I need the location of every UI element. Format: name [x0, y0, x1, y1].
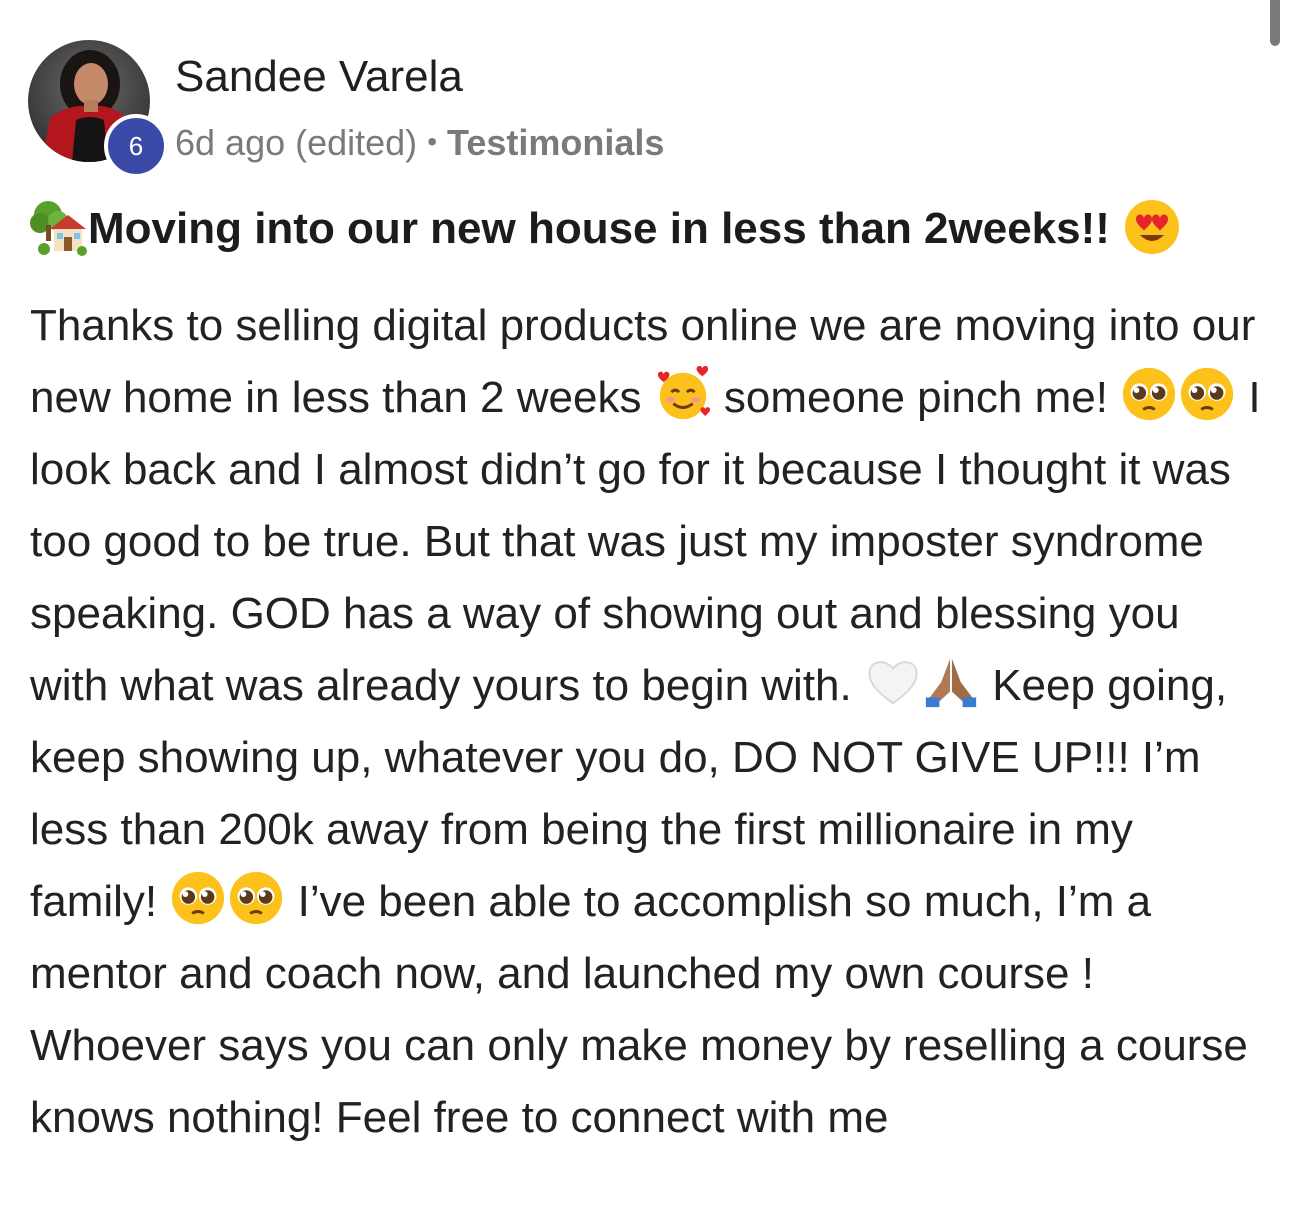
avatar-container[interactable]: 6 [28, 40, 168, 178]
smiling-face-with-hearts-emoji-icon [654, 365, 712, 423]
post-body-part-2: someone pinch me! [723, 373, 1108, 422]
post-card: 6 Sandee Varela 6d ago (edited) • Testimon… [0, 0, 1290, 1229]
post-header: 6 Sandee Varela 6d ago (edited) • Testimon… [28, 40, 928, 178]
post-body-part-3: I look back and I almost didn’t go for i… [30, 373, 1261, 710]
scrollbar[interactable] [1270, 0, 1280, 46]
post-timestamp: 6d ago (edited) [175, 122, 418, 163]
post-meta: 6d ago (edited) • Testimonials [175, 120, 664, 165]
level-badge: 6 [104, 114, 168, 178]
heart-eyes-emoji-icon [1122, 197, 1182, 257]
post-body: Thanks to selling digital products onlin… [30, 290, 1270, 1154]
meta-separator: • [427, 126, 437, 157]
pleading-face-emoji-icon [1120, 365, 1178, 423]
post-title-text: Moving into our new house in less than 2… [88, 204, 1110, 253]
pleading-face-emoji-icon [1178, 365, 1236, 423]
white-heart-emoji-icon [864, 653, 922, 711]
folded-hands-emoji-icon [922, 653, 980, 711]
pleading-face-emoji-icon [227, 869, 285, 927]
post-title: Moving into our new house in less than 2… [28, 196, 1182, 262]
author-name[interactable]: Sandee Varela [175, 52, 463, 102]
house-with-garden-icon [28, 197, 88, 257]
category-link[interactable]: Testimonials [447, 122, 664, 163]
pleading-face-emoji-icon [169, 869, 227, 927]
